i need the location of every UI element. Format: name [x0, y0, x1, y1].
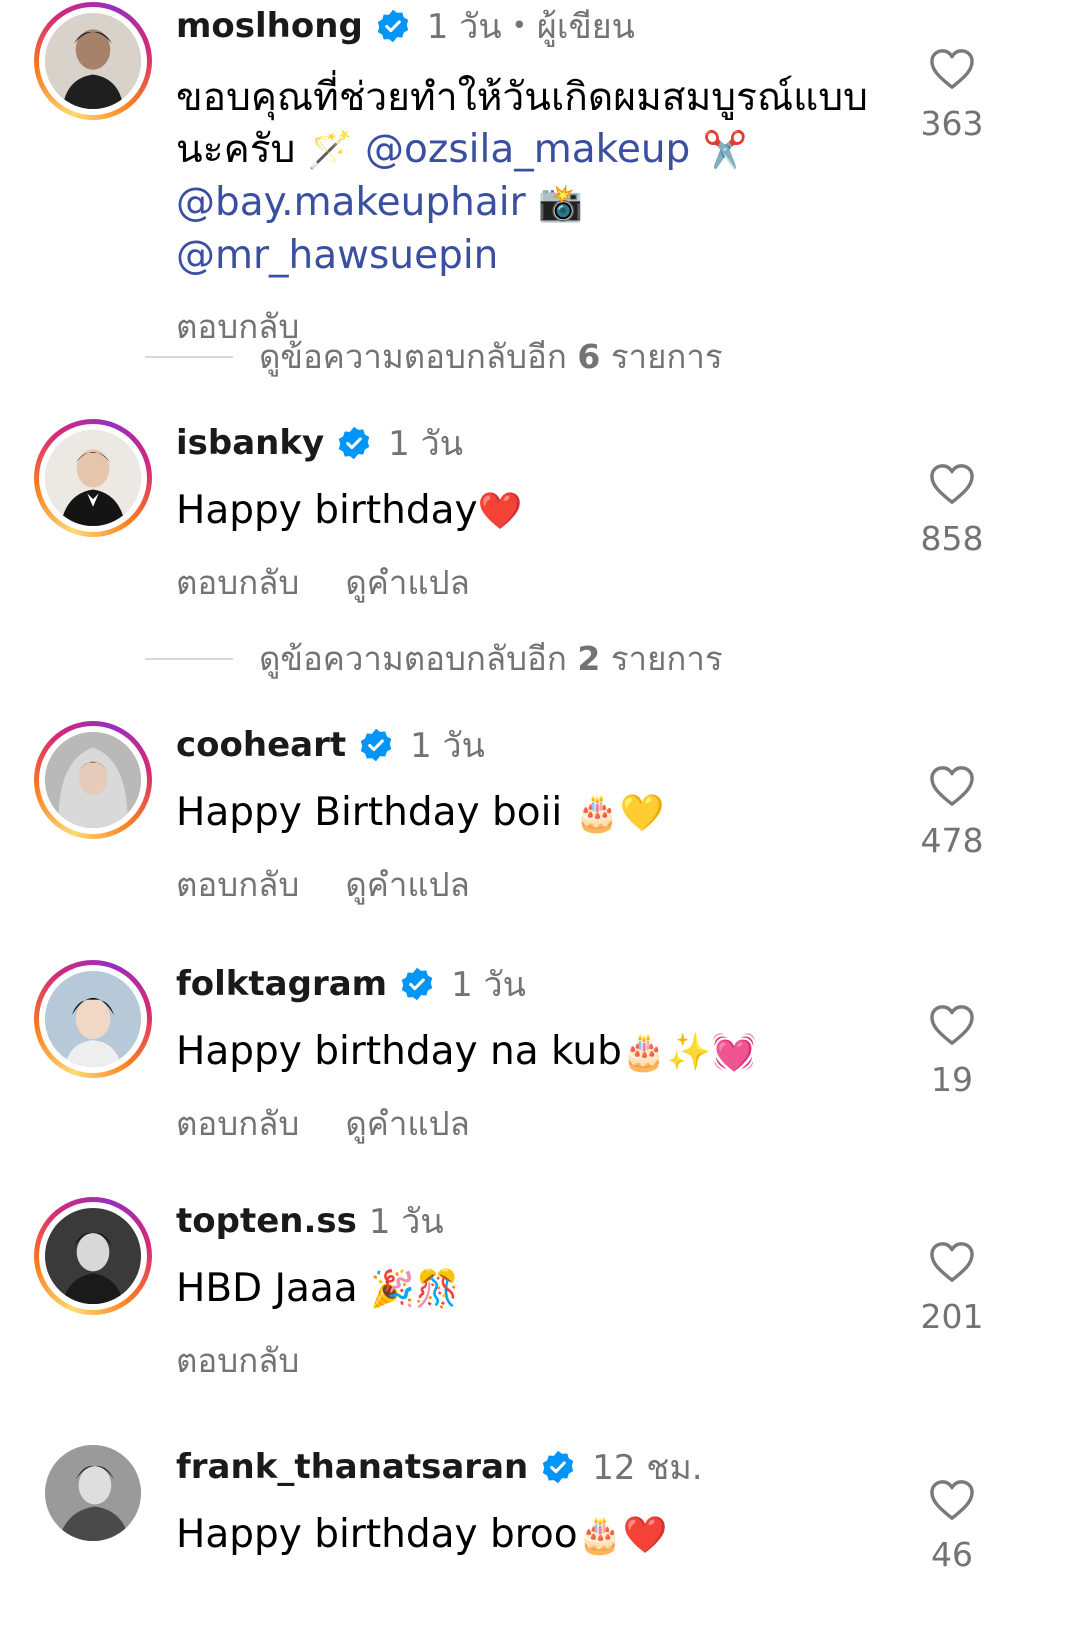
comments-list: moslhong 1 วัน • ผู้เขียน ขอบคุณที่ช่วยท… — [0, 0, 1074, 1647]
like-count: 363 — [920, 104, 984, 143]
avatar — [45, 430, 141, 526]
comment-time: 1 วัน — [426, 7, 502, 47]
avatar-story-ring[interactable] — [34, 419, 152, 537]
verified-badge-icon — [401, 967, 433, 1001]
heart-outline-icon[interactable] — [929, 765, 975, 807]
comment-time: 1 วัน — [388, 424, 463, 464]
heart-outline-icon[interactable] — [929, 1241, 975, 1283]
avatar[interactable] — [45, 1445, 141, 1541]
reply-button[interactable]: ตอบกลับ — [176, 858, 299, 911]
comment-text: Happy birthday broo🎂❤️ — [176, 1512, 668, 1557]
comment-time: 12 ชม. — [592, 1448, 703, 1488]
like-count: 19 — [931, 1060, 973, 1099]
avatar — [45, 971, 141, 1067]
avatar-story-ring[interactable] — [34, 1197, 152, 1315]
username[interactable]: isbanky — [176, 423, 324, 463]
like-count: 201 — [920, 1297, 984, 1336]
author-label: ผู้เขียน — [536, 7, 635, 47]
comment-text: Happy birthday na kub🎂✨💓 — [176, 1029, 757, 1074]
see-translation-button[interactable]: ดูคำแปล — [345, 858, 469, 911]
avatar — [45, 1208, 141, 1304]
avatar-story-ring[interactable] — [34, 721, 152, 839]
verified-badge-icon — [360, 728, 392, 762]
see-translation-button[interactable]: ดูคำแปล — [345, 1097, 469, 1150]
emoji: 🎂💛 — [574, 793, 665, 834]
avatar-story-ring[interactable] — [34, 2, 152, 120]
see-translation-button[interactable]: ดูคำแปล — [345, 556, 469, 609]
comment-text: ขอบคุณที่ช่วยทำให้วันเกิดผมสมบูรณ์แบบนะค… — [176, 75, 868, 278]
mention-link[interactable]: @bay.makeuphair — [176, 180, 526, 225]
heart-outline-icon[interactable] — [929, 463, 975, 505]
username[interactable]: cooheart — [176, 725, 346, 765]
username[interactable]: folktagram — [176, 964, 387, 1004]
comment-text: Happy Birthday boii 🎂💛 — [176, 790, 665, 835]
emoji: 🎉🎊 — [370, 1269, 460, 1310]
verified-badge-icon — [377, 9, 409, 43]
view-more-replies[interactable]: ดูข้อความตอบกลับอีก 6 รายการ — [145, 330, 723, 383]
emoji: ❤️ — [477, 491, 523, 532]
emoji: 🎂❤️ — [577, 1515, 668, 1556]
comment-text: Happy birthday❤️ — [176, 488, 523, 533]
mention-link[interactable]: @mr_hawsuepin — [176, 233, 498, 278]
like-count: 478 — [920, 821, 984, 860]
verified-badge-icon — [338, 426, 370, 460]
view-more-replies[interactable]: ดูข้อความตอบกลับอีก 2 รายการ — [145, 632, 723, 685]
reply-button[interactable]: ตอบกลับ — [176, 1334, 299, 1387]
reply-button[interactable]: ตอบกลับ — [176, 556, 299, 609]
comment-time: 1 วัน — [410, 726, 485, 766]
comment-time: 1 วัน — [368, 1202, 444, 1242]
like-count: 858 — [920, 519, 984, 558]
reply-button[interactable]: ตอบกลับ — [176, 1097, 299, 1150]
username[interactable]: topten.ss — [176, 1201, 357, 1241]
comment-time: 1 วัน — [451, 965, 526, 1005]
username[interactable]: frank_thanatsaran — [176, 1447, 528, 1487]
mention-link[interactable]: @ozsila_makeup — [365, 127, 690, 172]
heart-outline-icon[interactable] — [929, 48, 975, 90]
verified-badge-icon — [543, 1450, 574, 1484]
heart-outline-icon[interactable] — [929, 1004, 975, 1046]
like-count: 46 — [931, 1535, 973, 1574]
comment-text: HBD Jaaa 🎉🎊 — [176, 1266, 460, 1311]
avatar — [45, 732, 141, 828]
heart-outline-icon[interactable] — [929, 1479, 975, 1521]
username[interactable]: moslhong — [176, 6, 363, 46]
emoji: 🎂✨💓 — [621, 1032, 757, 1073]
avatar-story-ring[interactable] — [34, 960, 152, 1078]
avatar — [45, 13, 141, 109]
